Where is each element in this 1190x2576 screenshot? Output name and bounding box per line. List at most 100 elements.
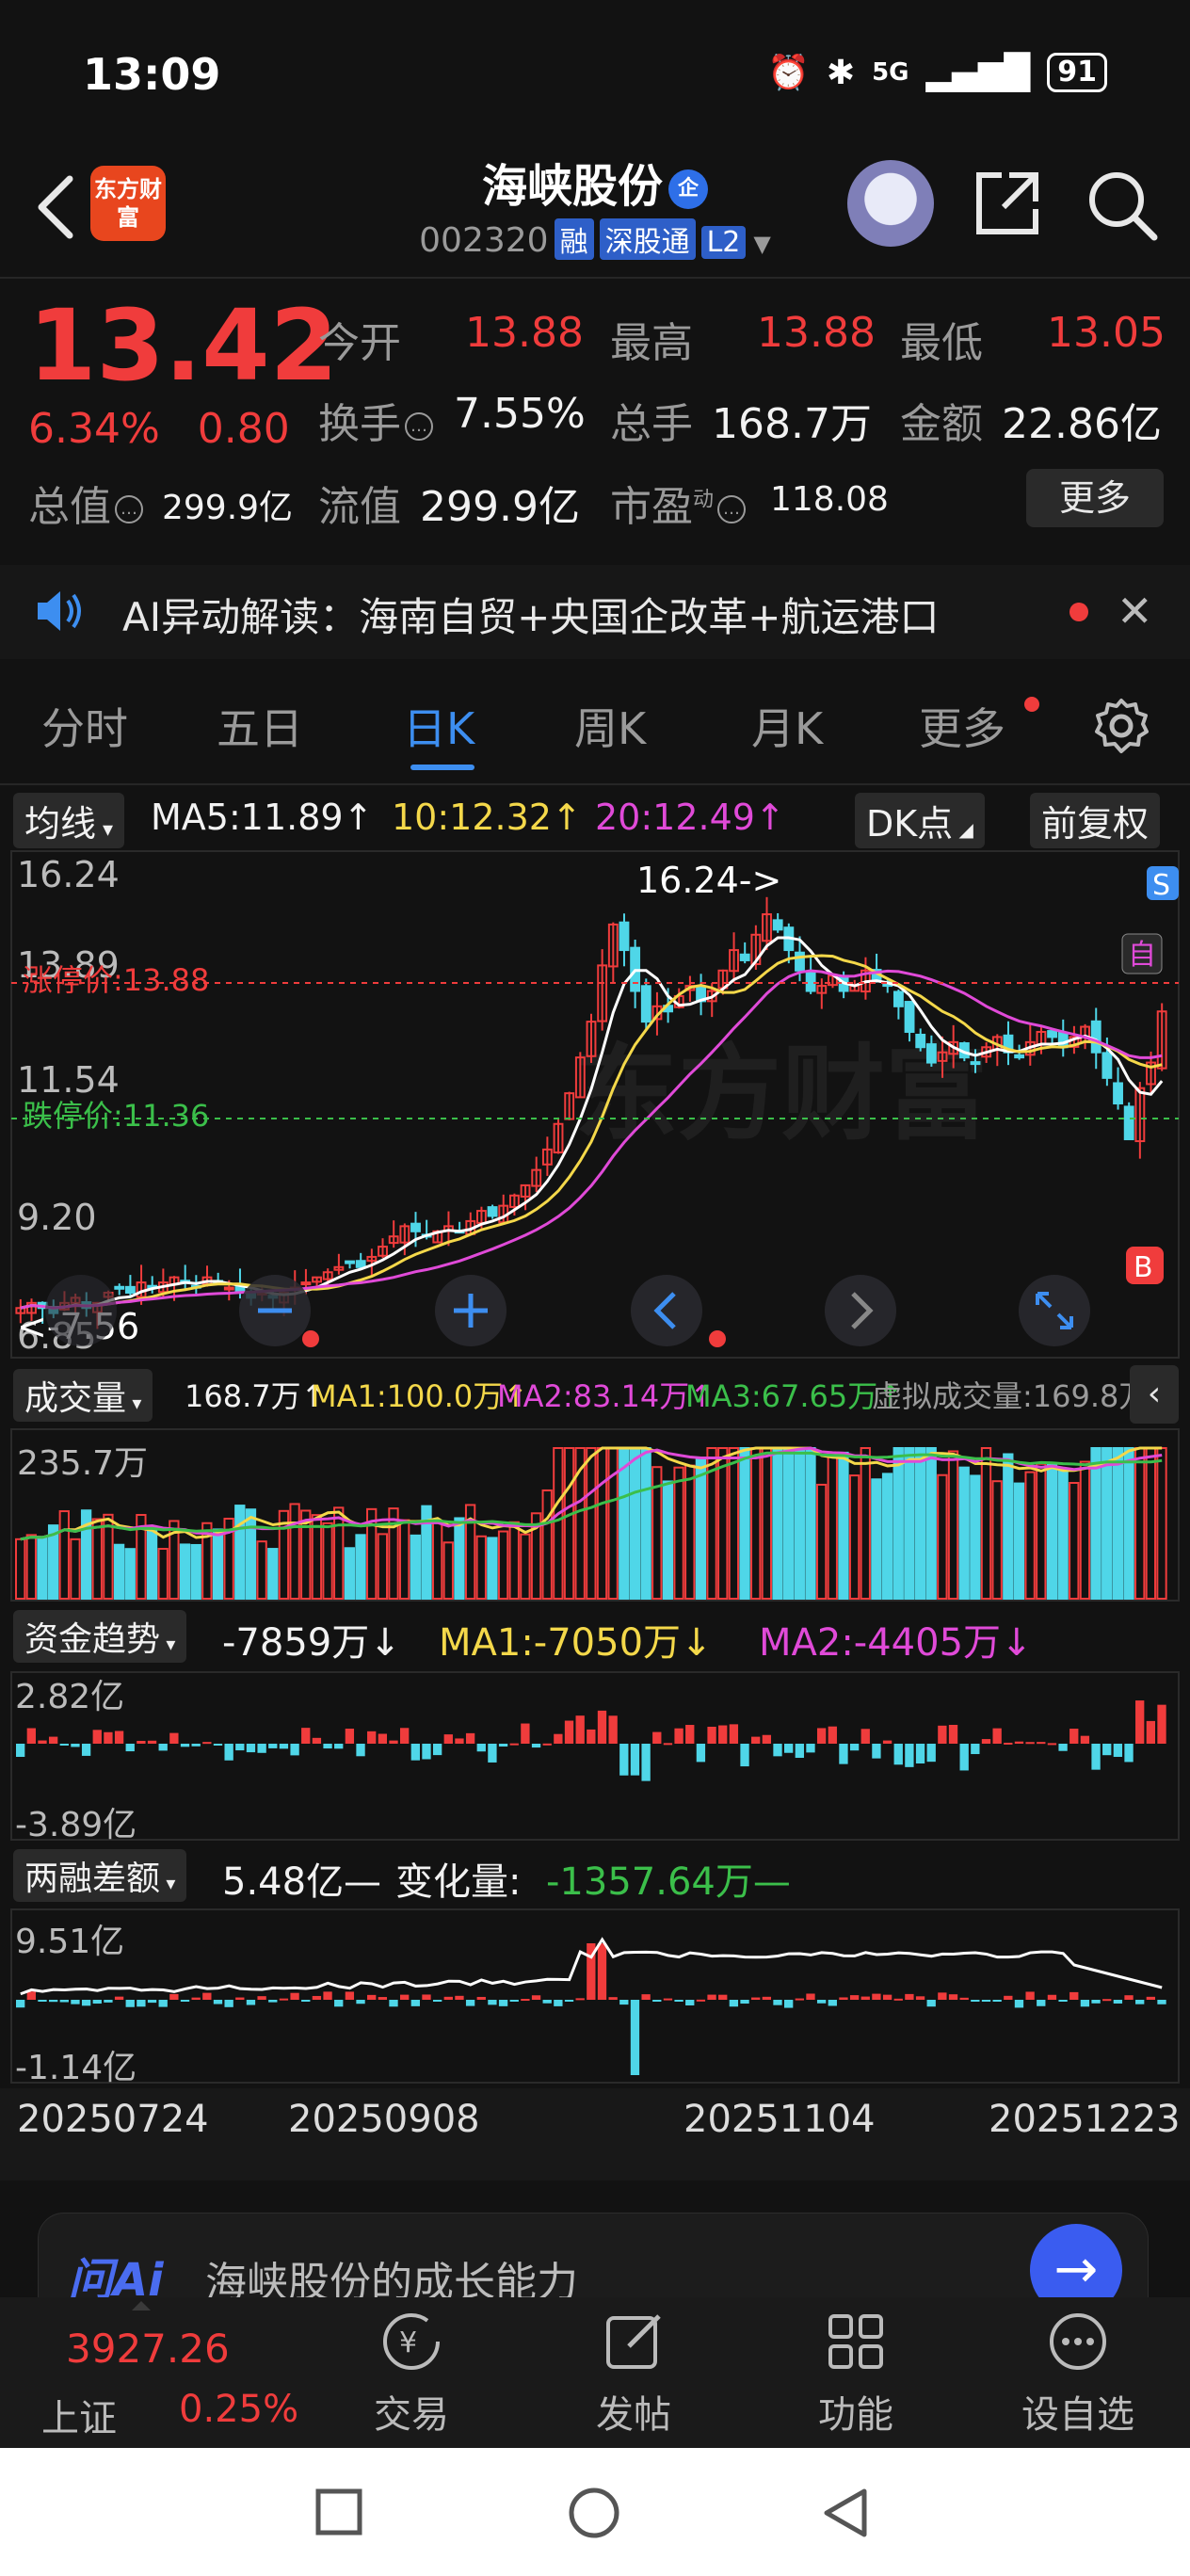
nav-post[interactable]: 发帖 bbox=[563, 2309, 704, 2439]
notification-dot bbox=[1024, 697, 1039, 712]
margin-bar bbox=[948, 1994, 958, 2000]
signal-icon: ▂▄▆█ bbox=[925, 53, 1031, 92]
fund-bar bbox=[443, 1734, 453, 1744]
fund-bar bbox=[795, 1744, 804, 1759]
volume-bar bbox=[717, 1447, 729, 1600]
margin-bar bbox=[652, 2000, 662, 2002]
fund-bar bbox=[554, 1733, 563, 1744]
margin-bar bbox=[882, 1994, 892, 2000]
fund-bar bbox=[455, 1738, 464, 1744]
scroll-right-button[interactable] bbox=[825, 1275, 896, 1346]
fund-bar bbox=[696, 1744, 706, 1763]
fullscreen-button[interactable] bbox=[1019, 1275, 1090, 1346]
dk-point-button[interactable]: DK点 ◢ bbox=[855, 793, 985, 848]
ma-selector[interactable]: 均线 ▾ bbox=[13, 793, 125, 848]
volume-bar bbox=[1134, 1447, 1146, 1600]
collapse-panel-button[interactable]: ‹ bbox=[1130, 1365, 1179, 1424]
fund-bar bbox=[1113, 1744, 1123, 1757]
volume-bar bbox=[442, 1541, 454, 1600]
tab-intraday[interactable]: 分时 bbox=[41, 695, 128, 757]
candle bbox=[805, 971, 816, 992]
margin-bar bbox=[696, 1999, 706, 2002]
tab-weekly[interactable]: 周K bbox=[574, 695, 646, 757]
margin-bar bbox=[685, 2000, 695, 2005]
volume-bar bbox=[1156, 1447, 1167, 1600]
fund-bar bbox=[718, 1725, 728, 1744]
share-icon[interactable] bbox=[972, 168, 1043, 239]
chevron-down-icon: ▼ bbox=[753, 231, 771, 257]
scroll-left-button[interactable] bbox=[631, 1275, 702, 1346]
fund-bar bbox=[147, 1740, 157, 1744]
nav-trade[interactable]: ¥ 交易 bbox=[341, 2309, 482, 2439]
margin-bar bbox=[564, 2000, 574, 2002]
zoom-out-button[interactable] bbox=[239, 1275, 311, 1346]
fund-indicator-selector[interactable]: 资金趋势 ▾ bbox=[13, 1610, 187, 1663]
home-icon[interactable] bbox=[567, 2486, 621, 2540]
tab-more[interactable]: 更多 bbox=[919, 695, 1005, 757]
candle bbox=[1090, 1020, 1102, 1054]
tab-monthly[interactable]: 月K bbox=[751, 695, 823, 757]
volume-value: 168.7万 bbox=[712, 400, 872, 448]
margin-bar bbox=[224, 2000, 233, 2007]
fund-bar bbox=[762, 1734, 772, 1744]
margin-bar bbox=[1047, 1994, 1057, 2000]
index-value[interactable]: 3927.26 bbox=[66, 2326, 230, 2372]
buy-badge-label: B bbox=[1134, 1251, 1153, 1284]
volume-bar bbox=[838, 1451, 849, 1600]
zoom-in-button[interactable] bbox=[435, 1275, 507, 1346]
close-icon[interactable]: ✕ bbox=[1117, 586, 1153, 636]
fund-bar bbox=[608, 1715, 618, 1744]
kline-chart[interactable]: 东方财富 16.24 13.89 11.54 9.20 6.85 涨停价:13.… bbox=[0, 847, 1190, 1361]
fund-bar bbox=[542, 1743, 552, 1746]
fund-bar bbox=[38, 1740, 47, 1744]
volume-indicator-selector[interactable]: 成交量 ▾ bbox=[13, 1369, 153, 1422]
fund-bar bbox=[1058, 1744, 1068, 1751]
index-name[interactable]: 上证 bbox=[41, 2388, 117, 2442]
y-label-max: 16.24 bbox=[17, 854, 120, 895]
more-button[interactable]: 更多 bbox=[1026, 469, 1164, 527]
float-value: 299.9亿 bbox=[420, 483, 580, 531]
volume-bar bbox=[1112, 1447, 1124, 1600]
fund-bar bbox=[905, 1744, 914, 1767]
fund-bar bbox=[564, 1720, 574, 1744]
tab-5day[interactable]: 五日 bbox=[217, 695, 303, 757]
ai-robot-icon[interactable] bbox=[847, 160, 934, 247]
mktcap-value: 299.9亿 bbox=[162, 489, 294, 527]
margin-bar bbox=[554, 2000, 563, 2006]
nav-functions[interactable]: 功能 bbox=[785, 2309, 926, 2439]
margin-bar bbox=[773, 2000, 782, 2005]
gear-icon[interactable] bbox=[1092, 697, 1150, 755]
date-label-3: 20251104 bbox=[683, 2098, 876, 2141]
volume-bar bbox=[454, 1517, 465, 1600]
limit-up-label: 涨停价:13.88 bbox=[23, 962, 209, 998]
candle bbox=[487, 1206, 498, 1217]
speaker-icon bbox=[38, 591, 81, 631]
open-value: 13.88 bbox=[465, 309, 584, 357]
search-icon[interactable] bbox=[1085, 168, 1160, 243]
margin-bar bbox=[114, 1996, 124, 2000]
candle bbox=[410, 1222, 421, 1232]
recents-icon[interactable] bbox=[314, 2487, 363, 2536]
fund-bar bbox=[751, 1736, 761, 1744]
grid-icon bbox=[828, 2314, 883, 2369]
fund-bar bbox=[224, 1744, 233, 1761]
soe-badge: 企 bbox=[668, 169, 708, 209]
ai-insight-text[interactable]: AI异动解读：海南自贸+央国企改革+航运港口 bbox=[122, 586, 940, 643]
fund-y-top: 2.82亿 bbox=[15, 1678, 124, 1716]
index-pct[interactable]: 0.25% bbox=[179, 2388, 298, 2431]
tab-daily[interactable]: 日K bbox=[403, 695, 474, 757]
margin-bar bbox=[1080, 2000, 1090, 2007]
price-adjust-button[interactable]: 前复权 bbox=[1030, 793, 1161, 848]
fund-bar bbox=[169, 1732, 179, 1744]
nav-watchlist[interactable]: 设自选 bbox=[1007, 2309, 1149, 2439]
fund-bar bbox=[893, 1744, 903, 1765]
fund-bar bbox=[981, 1739, 991, 1744]
volume-bar bbox=[91, 1518, 103, 1600]
margin-indicator-selector[interactable]: 两融差额 ▾ bbox=[13, 1849, 187, 1902]
fund-bar bbox=[81, 1744, 91, 1756]
scroll-left-edge-button[interactable] bbox=[45, 1275, 117, 1346]
fund-bar bbox=[125, 1744, 135, 1752]
back-nav-icon[interactable] bbox=[819, 2486, 872, 2540]
fund-bar bbox=[926, 1744, 936, 1763]
margin-bar bbox=[290, 1992, 299, 2000]
